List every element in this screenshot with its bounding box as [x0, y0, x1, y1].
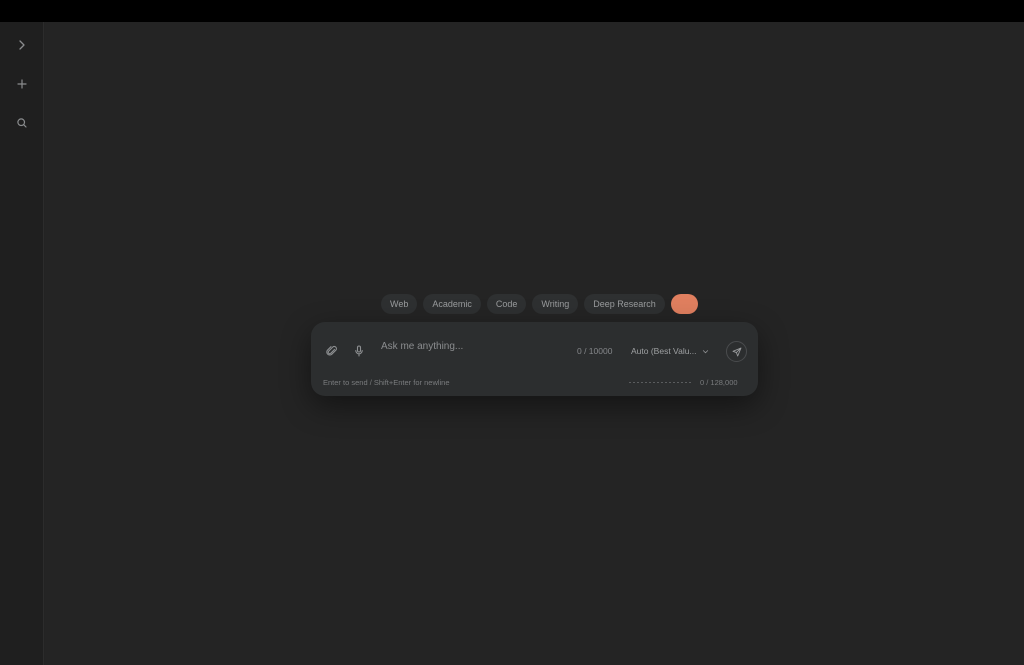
- chip-code[interactable]: Code: [486, 294, 527, 314]
- chip-deep-research[interactable]: Deep Research: [584, 294, 665, 314]
- paperclip-icon: [326, 345, 337, 356]
- model-selector[interactable]: Auto (Best Valu...: [631, 344, 709, 358]
- voice-button[interactable]: [350, 342, 368, 360]
- send-icon: [732, 347, 741, 356]
- plus-icon: [17, 79, 27, 89]
- attach-button[interactable]: [323, 342, 341, 360]
- char-counter: 0 / 10000: [577, 346, 613, 356]
- search-icon: [17, 118, 27, 128]
- context-token-count: 0 / 128,000: [700, 378, 738, 387]
- window-top-bar: [0, 0, 1024, 22]
- keyboard-hint: Enter to send / Shift+Enter for newline: [323, 378, 450, 387]
- chevron-right-icon: [19, 40, 25, 50]
- focus-chips: Web Academic Code Writing Deep Research: [381, 294, 698, 314]
- search-button[interactable]: [11, 112, 33, 134]
- microphone-icon: [355, 345, 363, 357]
- context-usage-bar: [629, 382, 693, 383]
- model-label: Auto (Best Valu...: [631, 346, 697, 356]
- chat-composer: 0 / 10000 Auto (Best Valu... Enter to se…: [311, 322, 758, 396]
- new-chat-button[interactable]: [11, 73, 33, 95]
- chip-writing[interactable]: Writing: [532, 294, 579, 314]
- chevron-down-icon: [702, 349, 708, 353]
- prompt-input[interactable]: [381, 338, 566, 354]
- sidebar: [0, 22, 44, 665]
- chip-accent-toggle[interactable]: [670, 294, 698, 314]
- expand-sidebar-button[interactable]: [11, 34, 33, 56]
- send-button[interactable]: [726, 341, 747, 362]
- chip-academic[interactable]: Academic: [423, 294, 481, 314]
- chip-web[interactable]: Web: [381, 294, 418, 314]
